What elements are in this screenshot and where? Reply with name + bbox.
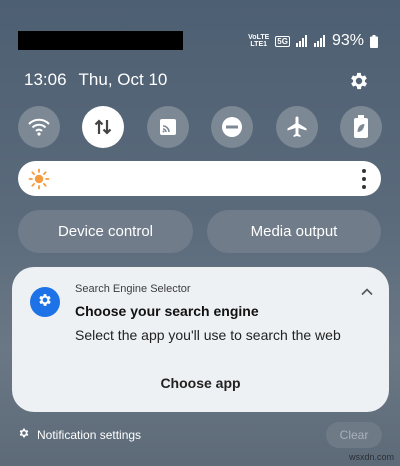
lte-label: LTE1 — [250, 41, 268, 48]
data-transfer-icon — [92, 116, 114, 138]
notification-body: Select the app you'll use to search the … — [75, 327, 341, 343]
datetime: 13:06 Thu, Oct 10 — [24, 70, 167, 90]
chevron-up-icon[interactable] — [361, 283, 373, 301]
volte-label: VoLTE — [248, 34, 270, 41]
device-control-button[interactable]: Device control — [18, 210, 193, 253]
airplane-icon — [285, 115, 309, 139]
network-type-badge: 5G — [275, 35, 290, 47]
battery-icon — [370, 34, 378, 48]
clock-time: 13:06 — [24, 70, 67, 89]
notification-card[interactable]: Search Engine Selector Choose your searc… — [12, 267, 389, 412]
watermark: wsxdn.com — [348, 452, 394, 462]
notification-title: Choose your search engine — [75, 303, 259, 319]
battery-leaf-icon — [353, 115, 369, 139]
battery-percent: 93% — [331, 32, 364, 49]
gear-icon — [37, 292, 53, 313]
quick-toggles — [18, 106, 382, 148]
power-saving-toggle[interactable] — [339, 106, 382, 148]
do-not-disturb-toggle[interactable] — [211, 106, 254, 148]
status-icons: VoLTE LTE1 5G 93% — [248, 30, 378, 52]
notification-settings-label: Notification settings — [37, 427, 142, 442]
redacted-carrier-bar — [18, 31, 183, 50]
gear-icon[interactable] — [348, 70, 370, 92]
media-output-button[interactable]: Media output — [207, 210, 381, 253]
wifi-toggle[interactable] — [18, 106, 60, 148]
gear-icon — [18, 427, 30, 442]
signal-icon — [313, 35, 326, 47]
more-vertical-icon[interactable] — [361, 169, 367, 189]
mobile-data-toggle[interactable] — [82, 106, 125, 148]
app-icon — [30, 287, 60, 317]
notification-app-name: Search Engine Selector — [75, 283, 191, 295]
signal-icon — [295, 35, 308, 47]
minus-circle-icon — [221, 116, 243, 138]
notification-settings-link[interactable]: Notification settings — [18, 427, 141, 442]
cast-toggle[interactable] — [146, 106, 189, 148]
choose-app-button[interactable]: Choose app — [12, 375, 389, 391]
date-label: Thu, Oct 10 — [78, 70, 168, 89]
airplane-mode-toggle[interactable] — [275, 106, 318, 148]
network-label: VoLTE LTE1 — [248, 34, 269, 48]
status-bar: VoLTE LTE1 5G 93% — [0, 0, 400, 80]
brightness-slider[interactable] — [18, 161, 381, 196]
wifi-icon — [27, 117, 51, 137]
sun-icon — [28, 168, 50, 195]
cast-icon — [158, 117, 178, 137]
clear-button[interactable]: Clear — [326, 422, 382, 448]
